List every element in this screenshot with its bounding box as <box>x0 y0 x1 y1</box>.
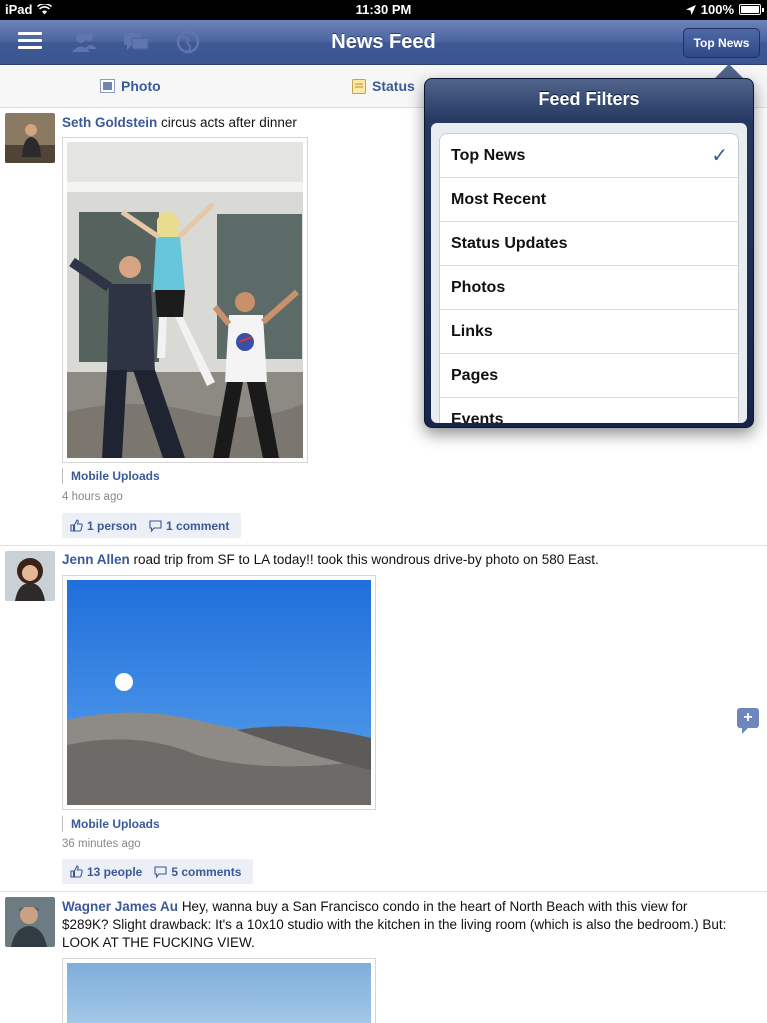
post-photo[interactable] <box>62 575 376 810</box>
post-photo[interactable] <box>62 958 376 1023</box>
battery-percent: 100% <box>700 2 734 17</box>
page-title: News Feed <box>331 31 436 53</box>
filter-label: Photos <box>451 279 506 296</box>
album-link[interactable]: Mobile Uploads <box>62 468 160 484</box>
timestamp: 36 minutes ago <box>62 838 141 850</box>
filter-label: Events <box>451 411 504 423</box>
checkmark-icon: ✓ <box>711 145 728 167</box>
clock: 11:30 PM <box>355 2 412 17</box>
filter-pages[interactable]: Pages <box>440 354 738 398</box>
popover-title: Feed Filters <box>538 89 640 109</box>
author-link[interactable]: Seth Goldstein <box>62 115 157 130</box>
photo-button[interactable]: Photo <box>100 78 161 94</box>
add-comment-icon[interactable]: + <box>737 708 759 734</box>
like-count-label: 13 people <box>87 864 143 879</box>
feed-post: Wagner James Au Hey, wanna buy a San Fra… <box>0 892 767 1023</box>
filter-label: Top News <box>451 147 526 164</box>
filter-label: Status Updates <box>451 235 568 252</box>
comment-count-label: 5 comments <box>171 864 242 879</box>
author-link[interactable]: Wagner James Au <box>62 899 178 914</box>
thumbs-up-icon <box>70 865 83 878</box>
filter-events[interactable]: Events <box>440 398 738 423</box>
like-count-label: 1 person <box>87 518 138 533</box>
comment-count-label: 1 comment <box>166 518 230 533</box>
post-actions: 1 person 1 comment <box>62 513 241 538</box>
status-bar: iPad 11:30 PM 100% <box>0 0 767 20</box>
filter-label: Most Recent <box>451 191 547 208</box>
like-count[interactable]: 13 people <box>70 865 142 879</box>
popover-arrow <box>714 64 744 79</box>
album-link[interactable]: Mobile Uploads <box>62 816 160 832</box>
comment-icon <box>149 519 162 532</box>
status-label: Status <box>372 78 415 94</box>
filter-links[interactable]: Links <box>440 310 738 354</box>
post-message: circus acts after dinner <box>161 115 297 130</box>
post-actions: 13 people 5 comments <box>62 859 253 884</box>
timestamp: 4 hours ago <box>62 491 123 503</box>
comment-count[interactable]: 5 comments <box>154 865 241 879</box>
navbar: News Feed Top News <box>0 20 767 65</box>
feed-post: Jenn Allen road trip from SF to LA today… <box>0 546 767 892</box>
like-count[interactable]: 1 person <box>70 519 137 533</box>
avatar[interactable] <box>5 113 55 163</box>
filter-list[interactable]: Top News ✓ Most Recent Status Updates Ph… <box>431 123 747 423</box>
thumbs-up-icon <box>70 519 83 532</box>
filter-most-recent[interactable]: Most Recent <box>440 178 738 222</box>
avatar[interactable] <box>5 897 55 947</box>
comment-icon <box>154 865 167 878</box>
status-button[interactable]: Status <box>352 78 415 94</box>
author-link[interactable]: Jenn Allen <box>62 552 130 567</box>
avatar[interactable] <box>5 551 55 601</box>
feed-filter-button[interactable]: Top News <box>683 28 760 58</box>
filter-group: Top News ✓ Most Recent Status Updates Ph… <box>439 133 739 423</box>
battery-icon <box>739 4 764 15</box>
filter-label: Links <box>451 323 493 340</box>
filter-label: Pages <box>451 367 499 384</box>
photo-city-view <box>67 963 371 1023</box>
location-arrow-icon <box>685 4 696 15</box>
photo-family-jumping <box>67 142 303 458</box>
filter-top-news[interactable]: Top News ✓ <box>440 134 738 178</box>
status-note-icon <box>352 78 366 94</box>
post-message: road trip from SF to LA today!! took thi… <box>133 552 599 567</box>
photo-label: Photo <box>121 78 161 94</box>
filter-status-updates[interactable]: Status Updates <box>440 222 738 266</box>
comment-count[interactable]: 1 comment <box>149 519 229 533</box>
filter-photos[interactable]: Photos <box>440 266 738 310</box>
post-text: Wagner James Au Hey, wanna buy a San Fra… <box>62 898 727 952</box>
feed-filters-popover: Feed Filters Top News ✓ Most Recent Stat… <box>424 78 754 428</box>
camera-icon <box>100 79 115 93</box>
post-photo[interactable] <box>62 137 308 463</box>
photo-sky-hills <box>67 580 371 805</box>
post-text: Jenn Allen road trip from SF to LA today… <box>62 551 677 569</box>
